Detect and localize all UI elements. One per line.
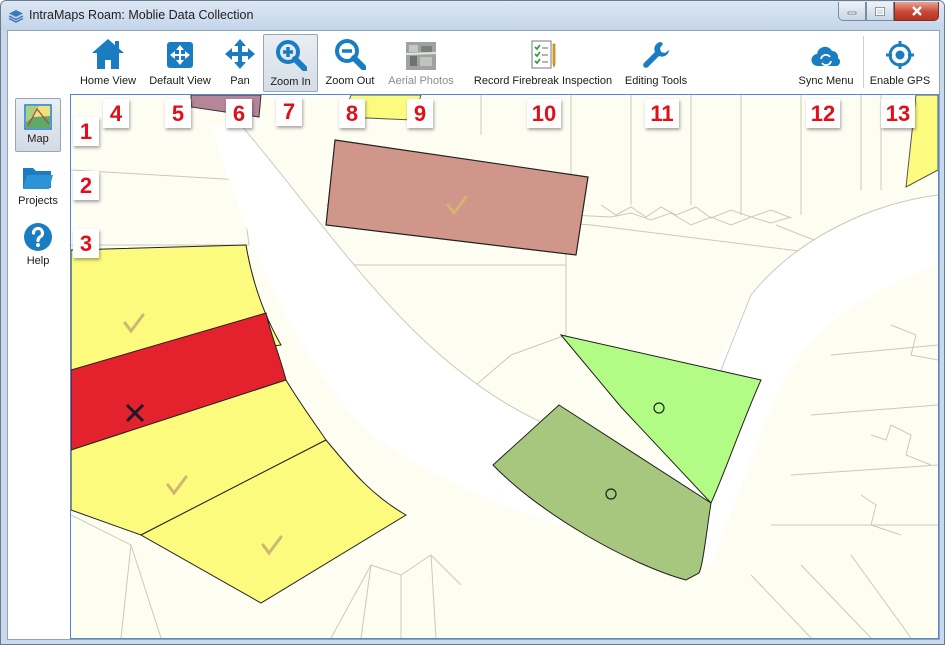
gps-crosshair-icon (886, 41, 914, 69)
zoom-in-button[interactable]: Zoom In (263, 34, 318, 92)
help-icon (24, 223, 52, 251)
maximize-icon (875, 6, 885, 16)
zoom-out-button[interactable]: Zoom Out (322, 34, 378, 92)
sync-menu-label: Sync Menu (798, 75, 854, 87)
zoom-in-icon (275, 40, 307, 71)
sidebar-item-help-label: Help (26, 255, 50, 267)
callout-9: 9 (407, 99, 433, 128)
main-toolbar: Home View Default View Pan Zoom In Zoom … (8, 31, 939, 94)
window-title: IntraMaps Roam: Moblie Data Collection (29, 8, 254, 22)
left-sidebar: Map Projects Help (8, 94, 69, 639)
app-layers-icon (8, 10, 24, 23)
pan-arrows-icon (225, 39, 255, 69)
callout-4: 4 (103, 99, 129, 128)
app-window: IntraMaps Roam: Moblie Data Collection H… (0, 0, 945, 645)
zoom-in-label: Zoom In (270, 76, 311, 88)
map-parcels (71, 95, 938, 638)
callout-7: 7 (276, 97, 302, 126)
editing-tools-button[interactable]: Editing Tools (622, 34, 690, 92)
pan-button[interactable]: Pan (220, 34, 260, 92)
zoom-out-icon (335, 39, 366, 70)
sidebar-item-projects[interactable]: Projects (15, 164, 61, 212)
client-area: Home View Default View Pan Zoom In Zoom … (7, 30, 940, 640)
callout-3: 3 (73, 229, 99, 258)
default-view-button[interactable]: Default View (146, 34, 214, 92)
callout-6: 6 (226, 99, 252, 128)
cloud-sync-icon (811, 46, 841, 67)
minimize-button[interactable] (838, 2, 866, 21)
callout-5: 5 (165, 99, 191, 128)
record-firebreak-inspection-label: Record Firebreak Inspection (473, 75, 613, 87)
callout-1: 1 (73, 117, 99, 146)
folder-icon (23, 168, 53, 189)
sidebar-item-projects-label: Projects (18, 195, 58, 207)
sidebar-item-map-label: Map (27, 133, 49, 145)
checklist-form-icon (531, 40, 556, 69)
close-button[interactable] (894, 2, 939, 21)
map-canvas[interactable] (70, 94, 939, 639)
home-icon (92, 39, 124, 69)
map-icon (24, 104, 52, 130)
pan-label: Pan (230, 75, 250, 87)
close-icon (911, 6, 922, 16)
sidebar-item-help[interactable]: Help (15, 222, 61, 270)
aerial-photos-button[interactable]: Aerial Photos (384, 34, 458, 92)
callout-13: 13 (881, 99, 915, 128)
callout-8: 8 (339, 99, 365, 128)
callout-12: 12 (806, 99, 840, 128)
home-view-label: Home View (79, 75, 137, 87)
title-bar[interactable]: IntraMaps Roam: Moblie Data Collection (1, 1, 944, 30)
callout-11: 11 (645, 99, 679, 128)
maximize-button[interactable] (866, 2, 894, 21)
zoom-out-label: Zoom Out (325, 75, 375, 87)
aerial-photos-label: Aerial Photos (388, 75, 454, 87)
wrench-icon (643, 42, 669, 68)
record-firebreak-inspection-button[interactable]: Record Firebreak Inspection (470, 34, 616, 92)
enable-gps-button[interactable]: Enable GPS (869, 34, 931, 92)
callout-10: 10 (527, 99, 561, 128)
enable-gps-label: Enable GPS (869, 75, 931, 87)
callout-2: 2 (73, 171, 99, 200)
minimize-icon (847, 11, 857, 15)
default-view-label: Default View (149, 75, 211, 87)
sync-menu-button[interactable]: Sync Menu (796, 34, 856, 92)
editing-tools-label: Editing Tools (624, 75, 688, 87)
sidebar-item-map[interactable]: Map (15, 98, 61, 152)
home-view-button[interactable]: Home View (76, 34, 140, 92)
toolbar-separator (863, 36, 864, 88)
aerial-photo-icon (406, 42, 436, 70)
default-view-icon (167, 42, 193, 68)
